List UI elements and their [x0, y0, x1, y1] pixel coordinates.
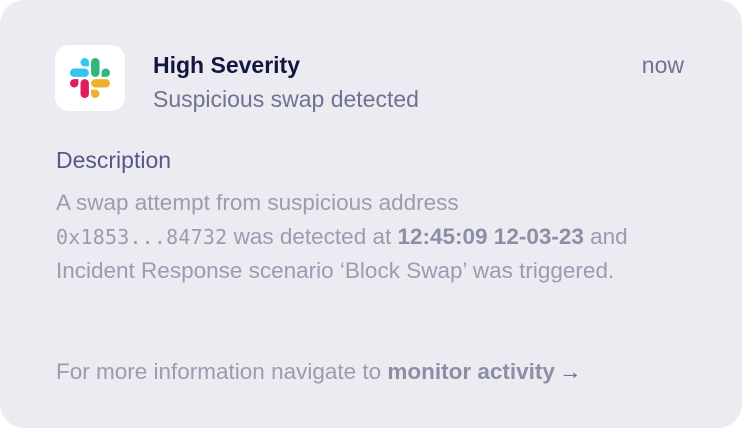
description-heading: Description	[56, 147, 172, 173]
description-middle: was detected at	[227, 224, 398, 249]
footer-navigation: For more information navigate to monitor…	[56, 357, 581, 387]
detection-datetime: 12:45:09 12-03-23	[397, 224, 584, 249]
slack-icon	[70, 58, 110, 98]
notification-title: High Severity	[153, 52, 300, 78]
description-body: A swap attempt from suspicious address 0x…	[56, 186, 696, 288]
monitor-activity-link[interactable]: monitor activity	[387, 359, 555, 384]
description-prefix: A swap attempt from suspicious address	[56, 190, 459, 215]
notification-timestamp: now	[641, 52, 684, 78]
notification-subtitle: Suspicious swap detected	[153, 86, 419, 112]
app-icon-container	[55, 45, 125, 111]
notification-card[interactable]: High Severity Suspicious swap detected n…	[0, 0, 742, 428]
footer-text: For more information navigate to	[56, 359, 388, 384]
arrow-right-icon[interactable]: →	[559, 359, 582, 384]
suspicious-address: 0x1853...84732	[56, 225, 228, 249]
